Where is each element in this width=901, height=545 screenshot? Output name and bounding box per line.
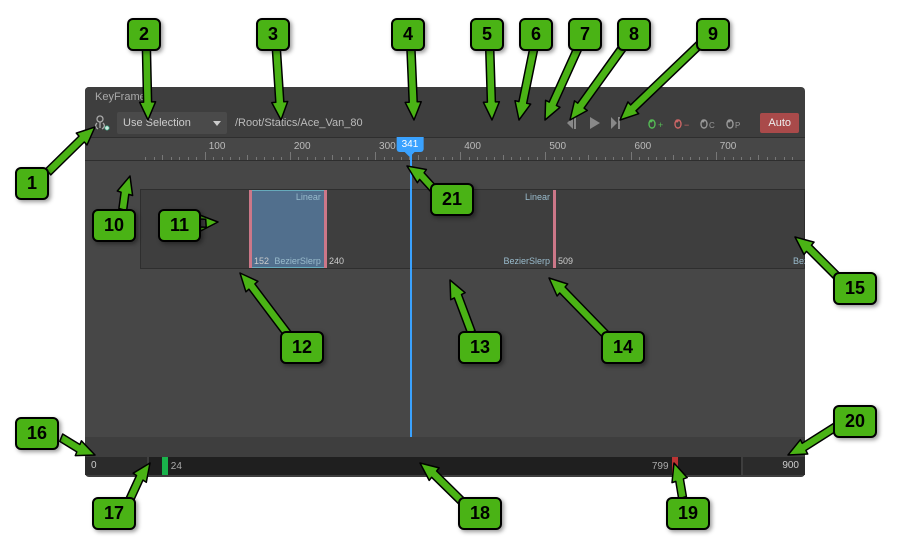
key-segment[interactable]: LinearBezierSlerp509 xyxy=(554,190,805,268)
interp-bottom: BezierSlerp xyxy=(503,256,550,266)
key-segment[interactable]: Linear BezierSlerp 240 xyxy=(325,190,554,268)
interp-top: Linear xyxy=(525,192,550,202)
ruler-label: 500 xyxy=(549,141,566,152)
keyframer-panel: KeyFramer Use Selection /Root/Statics/Ac… xyxy=(85,87,805,477)
step-back-button[interactable] xyxy=(564,113,584,133)
range-slider[interactable]: 24 799 xyxy=(149,457,741,475)
range-out-handle[interactable] xyxy=(672,457,678,475)
object-path: /Root/Statics/Ace_Van_80 xyxy=(231,117,560,129)
callout-label: 1 xyxy=(15,167,49,200)
ruler-label: 200 xyxy=(294,141,311,152)
range-in-label: 24 xyxy=(171,461,182,472)
copy-key-button[interactable]: C xyxy=(696,113,718,133)
tab-bar: KeyFramer xyxy=(85,87,805,109)
ruler-label: 400 xyxy=(464,141,481,152)
callout-label: 16 xyxy=(15,417,59,450)
callout-label: 19 xyxy=(666,497,710,530)
paste-key-button[interactable]: P xyxy=(722,113,744,133)
key-frame-num: 509 xyxy=(558,256,573,266)
key-frame-num: 240 xyxy=(329,256,344,266)
callout-label: 9 xyxy=(696,18,730,51)
range-bar: 0 24 799 900 xyxy=(85,455,805,477)
svg-text:+: + xyxy=(658,120,663,130)
anim-icon[interactable] xyxy=(91,112,113,134)
chevron-down-icon xyxy=(213,121,221,126)
add-key-button[interactable]: + xyxy=(644,113,666,133)
playback-controls xyxy=(564,113,628,133)
tab-keyframer[interactable]: KeyFramer xyxy=(85,87,159,109)
callout-label: 18 xyxy=(458,497,502,530)
callout-label: 5 xyxy=(470,18,504,51)
interp-bottom: BezierSlerp xyxy=(793,256,805,266)
selection-dropdown[interactable]: Use Selection xyxy=(117,112,227,134)
range-start-input[interactable]: 0 xyxy=(85,457,147,475)
keyframe-marker[interactable] xyxy=(249,190,252,268)
timeline-area: 100 200 300 400 500 600 700 Linear BezierSlerp 1… xyxy=(85,137,805,437)
key-segment[interactable]: Linear BezierSlerp 152 xyxy=(250,190,325,268)
range-out-label: 799 xyxy=(652,461,669,472)
track-pos-rot[interactable]: Linear BezierSlerp 152 Linear BezierSlerp 240… xyxy=(140,189,805,269)
selection-label: Use Selection xyxy=(123,117,191,129)
time-ruler[interactable]: 100 200 300 400 500 600 700 xyxy=(85,137,805,161)
callout-label: 15 xyxy=(833,272,877,305)
callout-label: 7 xyxy=(568,18,602,51)
step-forward-button[interactable] xyxy=(608,113,628,133)
playhead[interactable] xyxy=(410,137,412,437)
interp-bottom: BezierSlerp xyxy=(274,256,321,266)
ruler-label: 600 xyxy=(635,141,652,152)
range-end-input[interactable]: 900 xyxy=(743,457,805,475)
callout-label: 8 xyxy=(617,18,651,51)
play-button[interactable] xyxy=(586,113,606,133)
key-frame-num: 152 xyxy=(254,256,269,266)
range-in-handle[interactable] xyxy=(162,457,168,475)
callout-label: 17 xyxy=(92,497,136,530)
callout-label: 2 xyxy=(127,18,161,51)
ruler-label: 700 xyxy=(720,141,737,152)
callout-label: 4 xyxy=(391,18,425,51)
keyframe-marker[interactable] xyxy=(324,190,327,268)
svg-text:C: C xyxy=(709,121,715,130)
callout-label: 20 xyxy=(833,405,877,438)
toolbar: Use Selection /Root/Statics/Ace_Van_80 +… xyxy=(85,109,805,137)
callout-label: 3 xyxy=(256,18,290,51)
keyframe-marker[interactable] xyxy=(553,190,556,268)
svg-text:−: − xyxy=(684,120,689,130)
svg-text:P: P xyxy=(735,121,740,130)
ruler-label: 300 xyxy=(379,141,396,152)
playhead-frame-badge: 341 xyxy=(397,137,424,152)
auto-key-button[interactable]: Auto xyxy=(760,113,799,133)
callout-label: 6 xyxy=(519,18,553,51)
remove-key-button[interactable]: − xyxy=(670,113,692,133)
interp-top: Linear xyxy=(296,192,321,202)
ruler-label: 100 xyxy=(209,141,226,152)
